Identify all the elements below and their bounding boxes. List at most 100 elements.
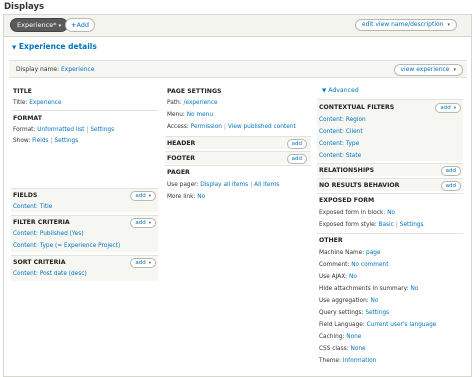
- other-link[interactable]: No: [410, 286, 418, 292]
- other-link[interactable]: None: [350, 346, 365, 352]
- add-display-label: Add: [76, 21, 90, 29]
- format-heading: FORMAT: [13, 115, 42, 122]
- other-link[interactable]: Current user's language: [367, 322, 437, 328]
- edit-view-name-button[interactable]: edit view name/description ▾: [354, 19, 457, 31]
- contextual-item: Content: Region: [319, 117, 366, 123]
- exposed-block-label: Exposed form in block:: [319, 210, 386, 216]
- display-tabs: Experience* ▾ +Add edit view name/descri…: [3, 14, 472, 36]
- other-row: Comment: No comment: [319, 262, 388, 268]
- more-link-value[interactable]: No: [197, 194, 205, 200]
- other-row: Field Language: Current user's language: [319, 322, 436, 328]
- display-name-link[interactable]: Experience: [61, 66, 94, 73]
- title-value-link[interactable]: Experience: [29, 100, 61, 106]
- filter-add-button[interactable]: add ▾: [130, 218, 156, 228]
- path-link[interactable]: /experience: [184, 100, 218, 106]
- format-settings-link[interactable]: Settings: [90, 127, 114, 133]
- title-format-section: TITLE Title: Experience FORMAT Format: U…: [11, 85, 158, 145]
- path-row: Path: /experience: [167, 100, 218, 106]
- other-label: Use AJAX:: [319, 274, 348, 280]
- header-add-button[interactable]: add: [286, 139, 307, 149]
- chevron-down-icon: ▾: [148, 261, 151, 266]
- other-label: CSS class:: [319, 346, 349, 352]
- contextual-add-button[interactable]: add ▾: [435, 103, 461, 113]
- relationships-add-button[interactable]: add: [440, 166, 461, 176]
- contextual-filters-section: CONTEXTUAL FILTERS add ▾ Content: Region …: [317, 99, 463, 161]
- sort-section: SORT CRITERIA add ▾ Content: Post date (d…: [11, 255, 158, 281]
- field-title-link[interactable]: Content: Title: [13, 204, 52, 210]
- menu-link[interactable]: No menu: [187, 112, 213, 118]
- ctx-state-link[interactable]: Content: State: [319, 153, 361, 159]
- header-add-label: add: [291, 141, 302, 147]
- footer-add-button[interactable]: add: [286, 154, 307, 164]
- other-label: Comment:: [319, 262, 350, 268]
- filter-type-link[interactable]: Content: Type (= Experience Project): [13, 243, 120, 249]
- other-row: Hide attachments in summary: No: [319, 286, 418, 292]
- other-link[interactable]: No: [349, 274, 357, 280]
- other-row: Query settings: Settings: [319, 310, 389, 316]
- advanced-label: Advanced: [328, 87, 359, 94]
- edit-view-name-label: edit view name/description: [361, 21, 444, 28]
- view-experience-button[interactable]: view experience ▾: [393, 64, 463, 76]
- exposed-form-heading: EXPOSED FORM: [319, 197, 375, 204]
- exposed-style-settings-link[interactable]: Settings: [400, 222, 424, 228]
- filter-published-link[interactable]: Content: Published (Yes): [13, 231, 83, 237]
- view-experience-label: view experience: [400, 66, 450, 73]
- tab-experience[interactable]: Experience* ▾: [10, 18, 69, 32]
- other-link[interactable]: None: [346, 334, 361, 340]
- access-permission-link[interactable]: View published content: [228, 124, 296, 130]
- separator: |: [250, 182, 253, 188]
- chevron-down-icon: ▾: [148, 194, 151, 199]
- contextual-filters-heading: CONTEXTUAL FILTERS: [319, 104, 395, 111]
- exposed-block-link[interactable]: No: [387, 210, 395, 216]
- filter-add-label: add: [135, 220, 146, 226]
- ctx-region-link[interactable]: Content: Region: [319, 117, 366, 123]
- display-panel: ▼ Experience details Display name: Exper…: [3, 36, 472, 377]
- tab-experience-label: Experience*: [17, 21, 57, 29]
- ctx-client-link[interactable]: Content: Client: [319, 129, 363, 135]
- sort-postdate-link[interactable]: Content: Post date (desc): [13, 271, 87, 277]
- sort-add-button[interactable]: add ▾: [130, 258, 156, 268]
- show-value-link[interactable]: Fields: [32, 138, 48, 144]
- filter-section: FILTER CRITERIA add ▾ Content: Published …: [11, 215, 158, 252]
- advanced-toggle[interactable]: ▼ Advanced: [322, 87, 359, 94]
- exposed-style-link[interactable]: Basic: [378, 222, 393, 228]
- chevron-down-icon: ▾: [148, 221, 151, 226]
- other-link[interactable]: Settings: [365, 310, 389, 316]
- fields-add-label: add: [135, 193, 146, 199]
- no-results-heading: NO RESULTS BEHAVIOR: [319, 182, 400, 189]
- separator: |: [86, 127, 89, 133]
- add-display-button[interactable]: +Add: [65, 18, 96, 32]
- relationships-heading: RELATIONSHIPS: [319, 167, 375, 174]
- other-row: Caching: None: [319, 334, 361, 340]
- other-link[interactable]: Information: [343, 358, 377, 364]
- other-link[interactable]: No comment: [351, 262, 388, 268]
- format-label: Format:: [13, 127, 36, 133]
- ctx-type-link[interactable]: Content: Type: [319, 141, 359, 147]
- other-row: Use AJAX: No: [319, 274, 357, 280]
- all-items-link[interactable]: All items: [254, 182, 279, 188]
- filter-heading: FILTER CRITERIA: [13, 219, 70, 226]
- fields-heading: FIELDS: [13, 192, 38, 199]
- details-toggle[interactable]: ▼ Experience details: [12, 42, 97, 51]
- contextual-item: Content: Type: [319, 141, 359, 147]
- other-row: CSS class: None: [319, 346, 366, 352]
- use-pager-link[interactable]: Display all items: [200, 182, 248, 188]
- page-settings-section: PAGE SETTINGS Path: /experience Menu: No…: [165, 85, 311, 135]
- chevron-down-icon: ▾: [447, 22, 450, 28]
- other-link[interactable]: page: [366, 250, 380, 256]
- access-link[interactable]: Permission: [191, 124, 222, 130]
- format-value-link[interactable]: Unformatted list: [37, 127, 84, 133]
- fields-add-button[interactable]: add ▾: [130, 191, 156, 201]
- title-row: Title: Experience: [13, 100, 62, 106]
- title-heading: TITLE: [13, 88, 32, 95]
- details-title-label: Experience details: [18, 42, 97, 51]
- displays-title: Displays: [4, 2, 45, 12]
- access-label: Access:: [167, 124, 189, 130]
- other-label: Field Language:: [319, 322, 365, 328]
- other-row: Theme: Information: [319, 358, 376, 364]
- other-link[interactable]: No: [371, 298, 379, 304]
- no-results-add-button[interactable]: add: [440, 181, 461, 191]
- show-settings-link[interactable]: Settings: [54, 138, 78, 144]
- relationships-section: RELATIONSHIPS add: [317, 163, 463, 176]
- display-name-bar: Display name: Experience view experience…: [9, 60, 467, 78]
